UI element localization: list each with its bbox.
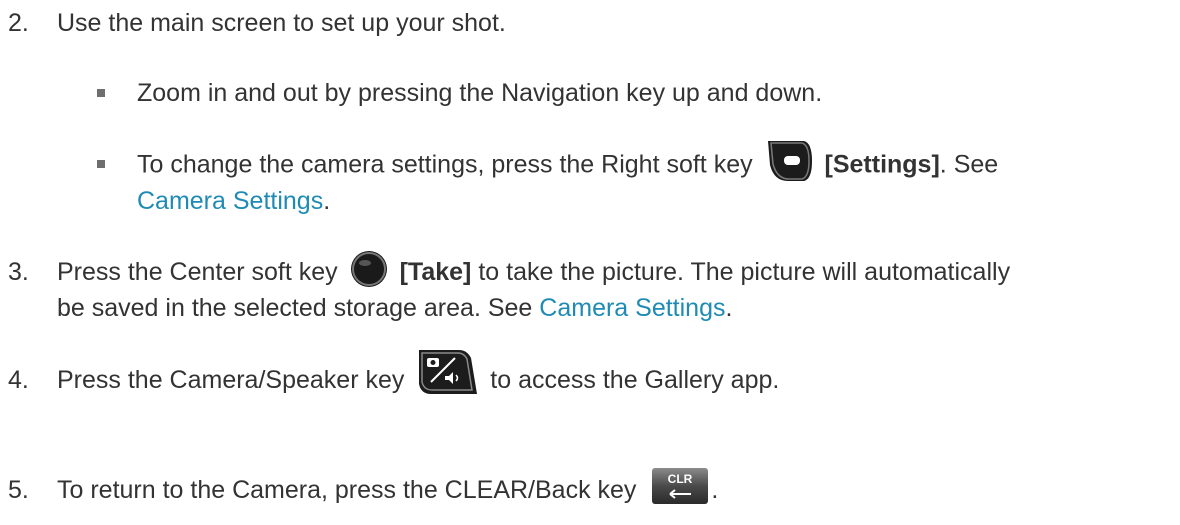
clr-key-label: CLR: [668, 472, 693, 486]
center-soft-key-icon: [349, 249, 389, 289]
bullet-marker: [97, 89, 105, 97]
step-number: 5.: [8, 476, 29, 504]
bullet-marker: [97, 160, 105, 168]
camera-settings-link[interactable]: Camera Settings: [539, 294, 725, 322]
step-text-after: to access the Gallery app.: [490, 366, 780, 394]
instructions-document: 2. Use the main screen to set up your sh…: [0, 0, 1180, 525]
period: .: [711, 476, 719, 504]
step-text: Press the Center soft key: [57, 258, 338, 286]
step-text: To return to the Camera, press the CLEAR…: [57, 476, 637, 504]
bullet-text-after: . See: [939, 150, 999, 179]
period: .: [725, 294, 733, 322]
period: .: [323, 187, 331, 215]
clear-back-key-icon: CLR: [651, 467, 709, 505]
bullet-text: Zoom in and out by pressing the Navigati…: [137, 79, 823, 107]
step-number: 4.: [8, 366, 29, 394]
take-label: [Take]: [399, 258, 472, 286]
settings-label: [Settings]: [824, 150, 940, 179]
step-number: 3.: [8, 258, 29, 286]
camera-speaker-key-icon: [415, 348, 479, 396]
step-number: 2.: [8, 9, 29, 37]
step-text: be saved in the selected storage area. S…: [57, 294, 533, 322]
step-text: Press the Camera/Speaker key: [57, 366, 405, 394]
step-text: Use the main screen to set up your shot.: [57, 9, 506, 37]
bullet-text: To change the camera settings, press the…: [137, 150, 753, 179]
right-soft-key-icon: [766, 139, 814, 183]
camera-settings-link[interactable]: Camera Settings: [137, 187, 323, 215]
step-text-after: to take the picture. The picture will au…: [478, 258, 1011, 286]
